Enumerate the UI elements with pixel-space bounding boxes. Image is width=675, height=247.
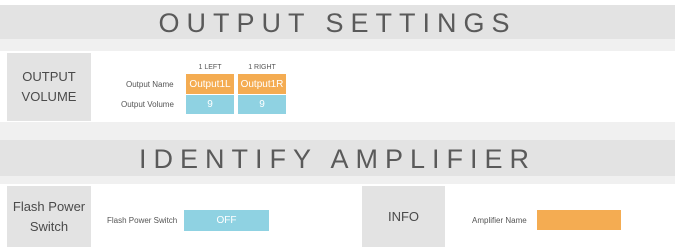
output-volume-1r-field[interactable]: 9 [238,95,286,114]
column-header-1-left: 1 LEFT [198,64,222,71]
output-name-label: Output Name [126,80,174,89]
flash-power-switch-section-label: Flash Power Switch [7,186,91,247]
section-gap [0,39,675,51]
output-name-1l-field[interactable]: Output1L [186,74,234,94]
flash-power-switch-label: Flash Power Switch [107,216,178,225]
section-gap [0,176,675,184]
identify-amplifier-title: IDENTIFY AMPLIFIER [0,140,675,176]
output-settings-title: OUTPUT SETTINGS [0,5,675,39]
column-header-1-right: 1 RIGHT [248,64,276,71]
output-volume-section-label: OUTPUT VOLUME [7,53,91,121]
flash-power-switch-toggle[interactable]: OFF [184,210,269,231]
output-name-1r-field[interactable]: Output1R [238,74,286,94]
section-gap [0,122,675,140]
amplifier-name-field[interactable] [537,210,621,230]
output-volume-label: Output Volume [121,100,174,109]
output-volume-1l-field[interactable]: 9 [186,95,234,114]
amplifier-name-label: Amplifier Name [472,216,527,225]
info-section-label: INFO [362,186,445,247]
